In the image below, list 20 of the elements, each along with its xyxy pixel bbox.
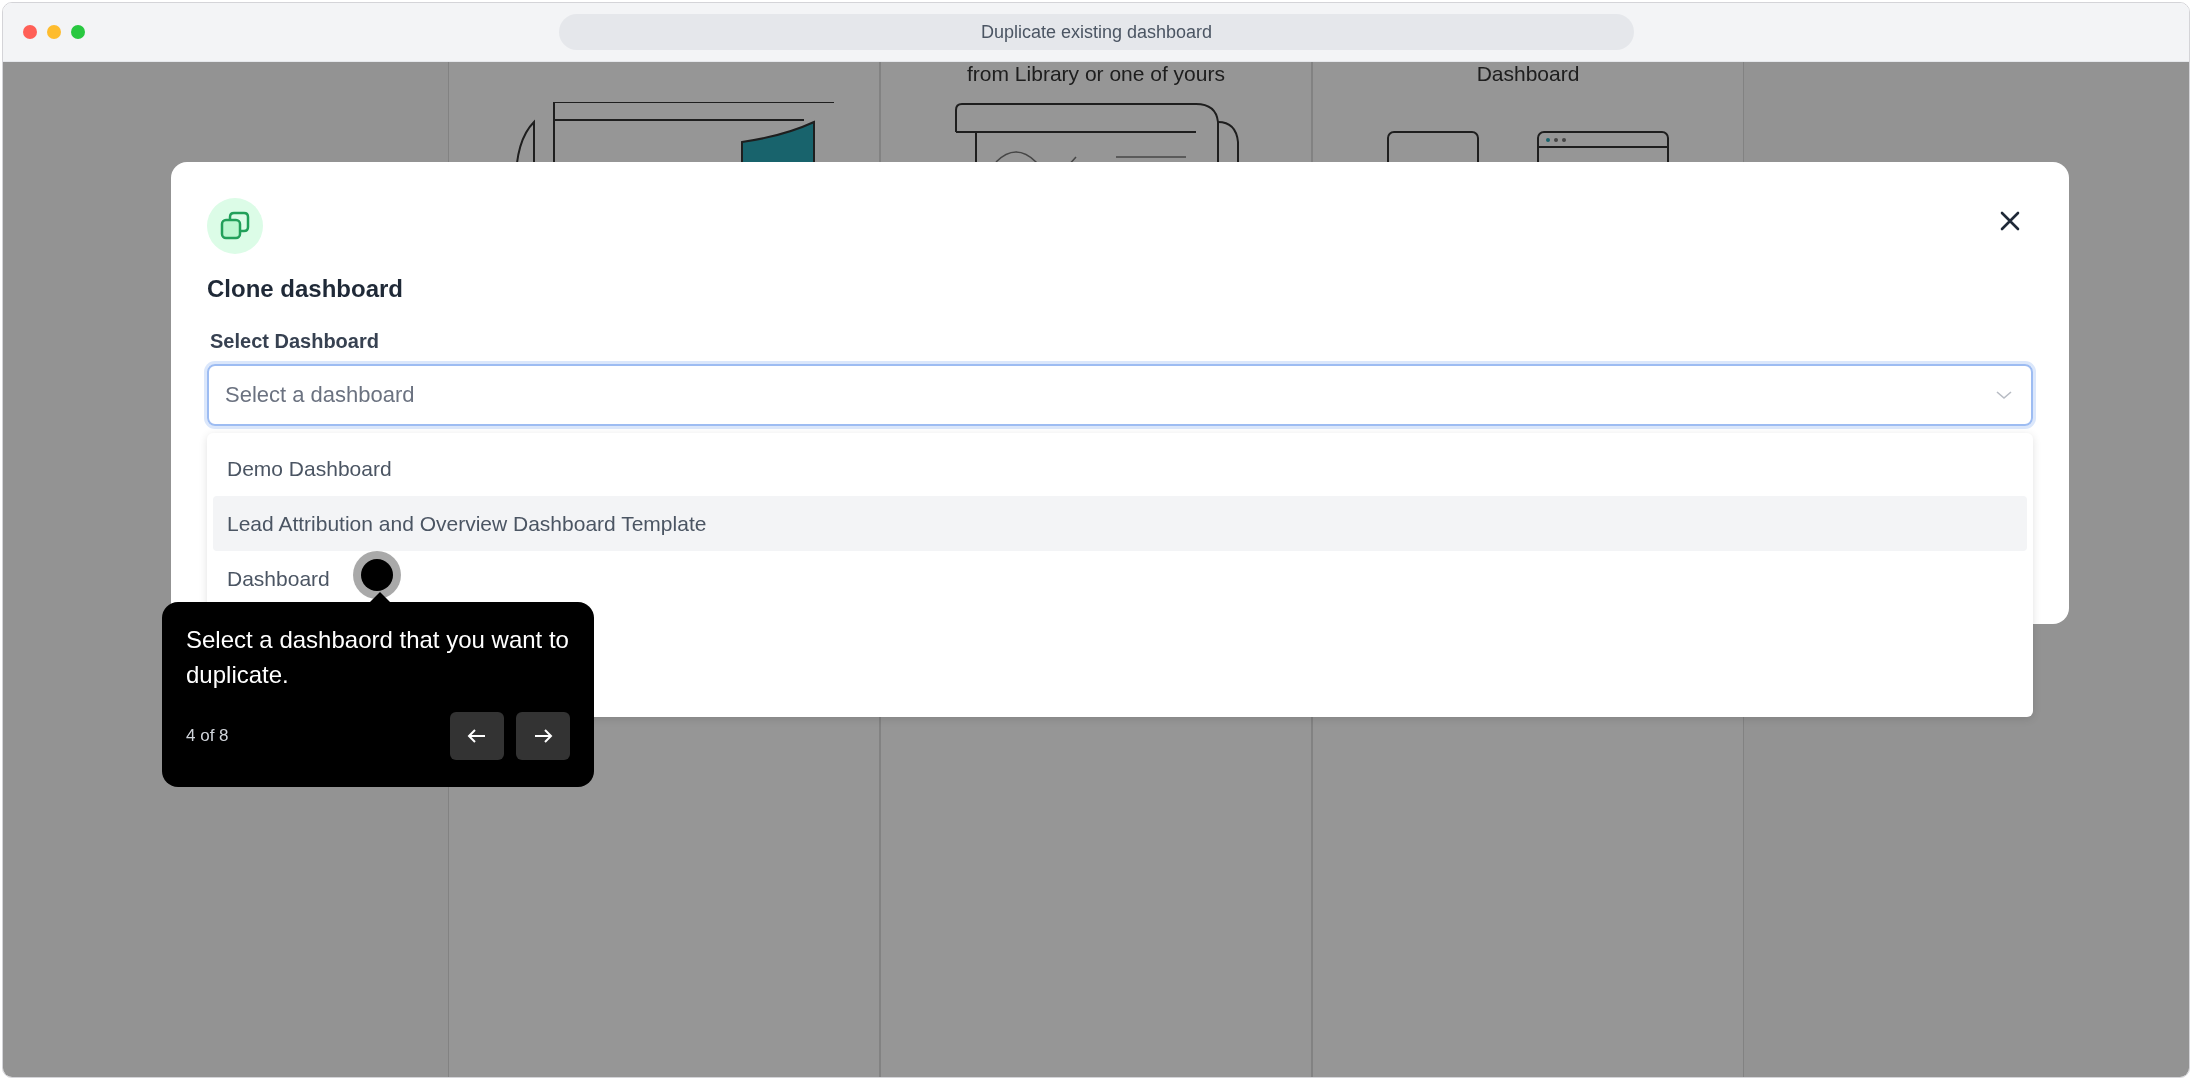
- field-label: Select Dashboard: [210, 329, 380, 354]
- address-bar: Duplicate existing dashboard: [559, 14, 1634, 50]
- card-caption: from Library or one of yours: [967, 62, 1225, 86]
- dialog-title: Clone dashboard: [207, 274, 405, 304]
- card-caption: Dashboard: [1476, 62, 1580, 86]
- dropdown-option[interactable]: Lead Attribution and Overview Dashboard Template: [213, 496, 2027, 551]
- chevron-down-icon: [1995, 390, 2013, 400]
- arrow-left-icon: [467, 728, 487, 744]
- cursor-icon: [351, 549, 403, 601]
- step-counter: 4 of 8: [186, 726, 229, 746]
- dropdown-option[interactable]: Dashboard: [213, 551, 2027, 606]
- close-icon[interactable]: [1999, 210, 2021, 232]
- tooltip-text: Select a dashbaord that you want to duplicate.: [186, 625, 570, 690]
- arrow-right-icon: [533, 728, 553, 744]
- next-button[interactable]: [516, 712, 570, 760]
- copy-icon: [207, 198, 263, 254]
- dropdown-option[interactable]: Demo Dashboard: [213, 441, 2027, 496]
- previous-button[interactable]: [450, 712, 504, 760]
- dashboard-select[interactable]: Select a dashboard: [207, 364, 2033, 426]
- close-window-icon[interactable]: [23, 25, 37, 39]
